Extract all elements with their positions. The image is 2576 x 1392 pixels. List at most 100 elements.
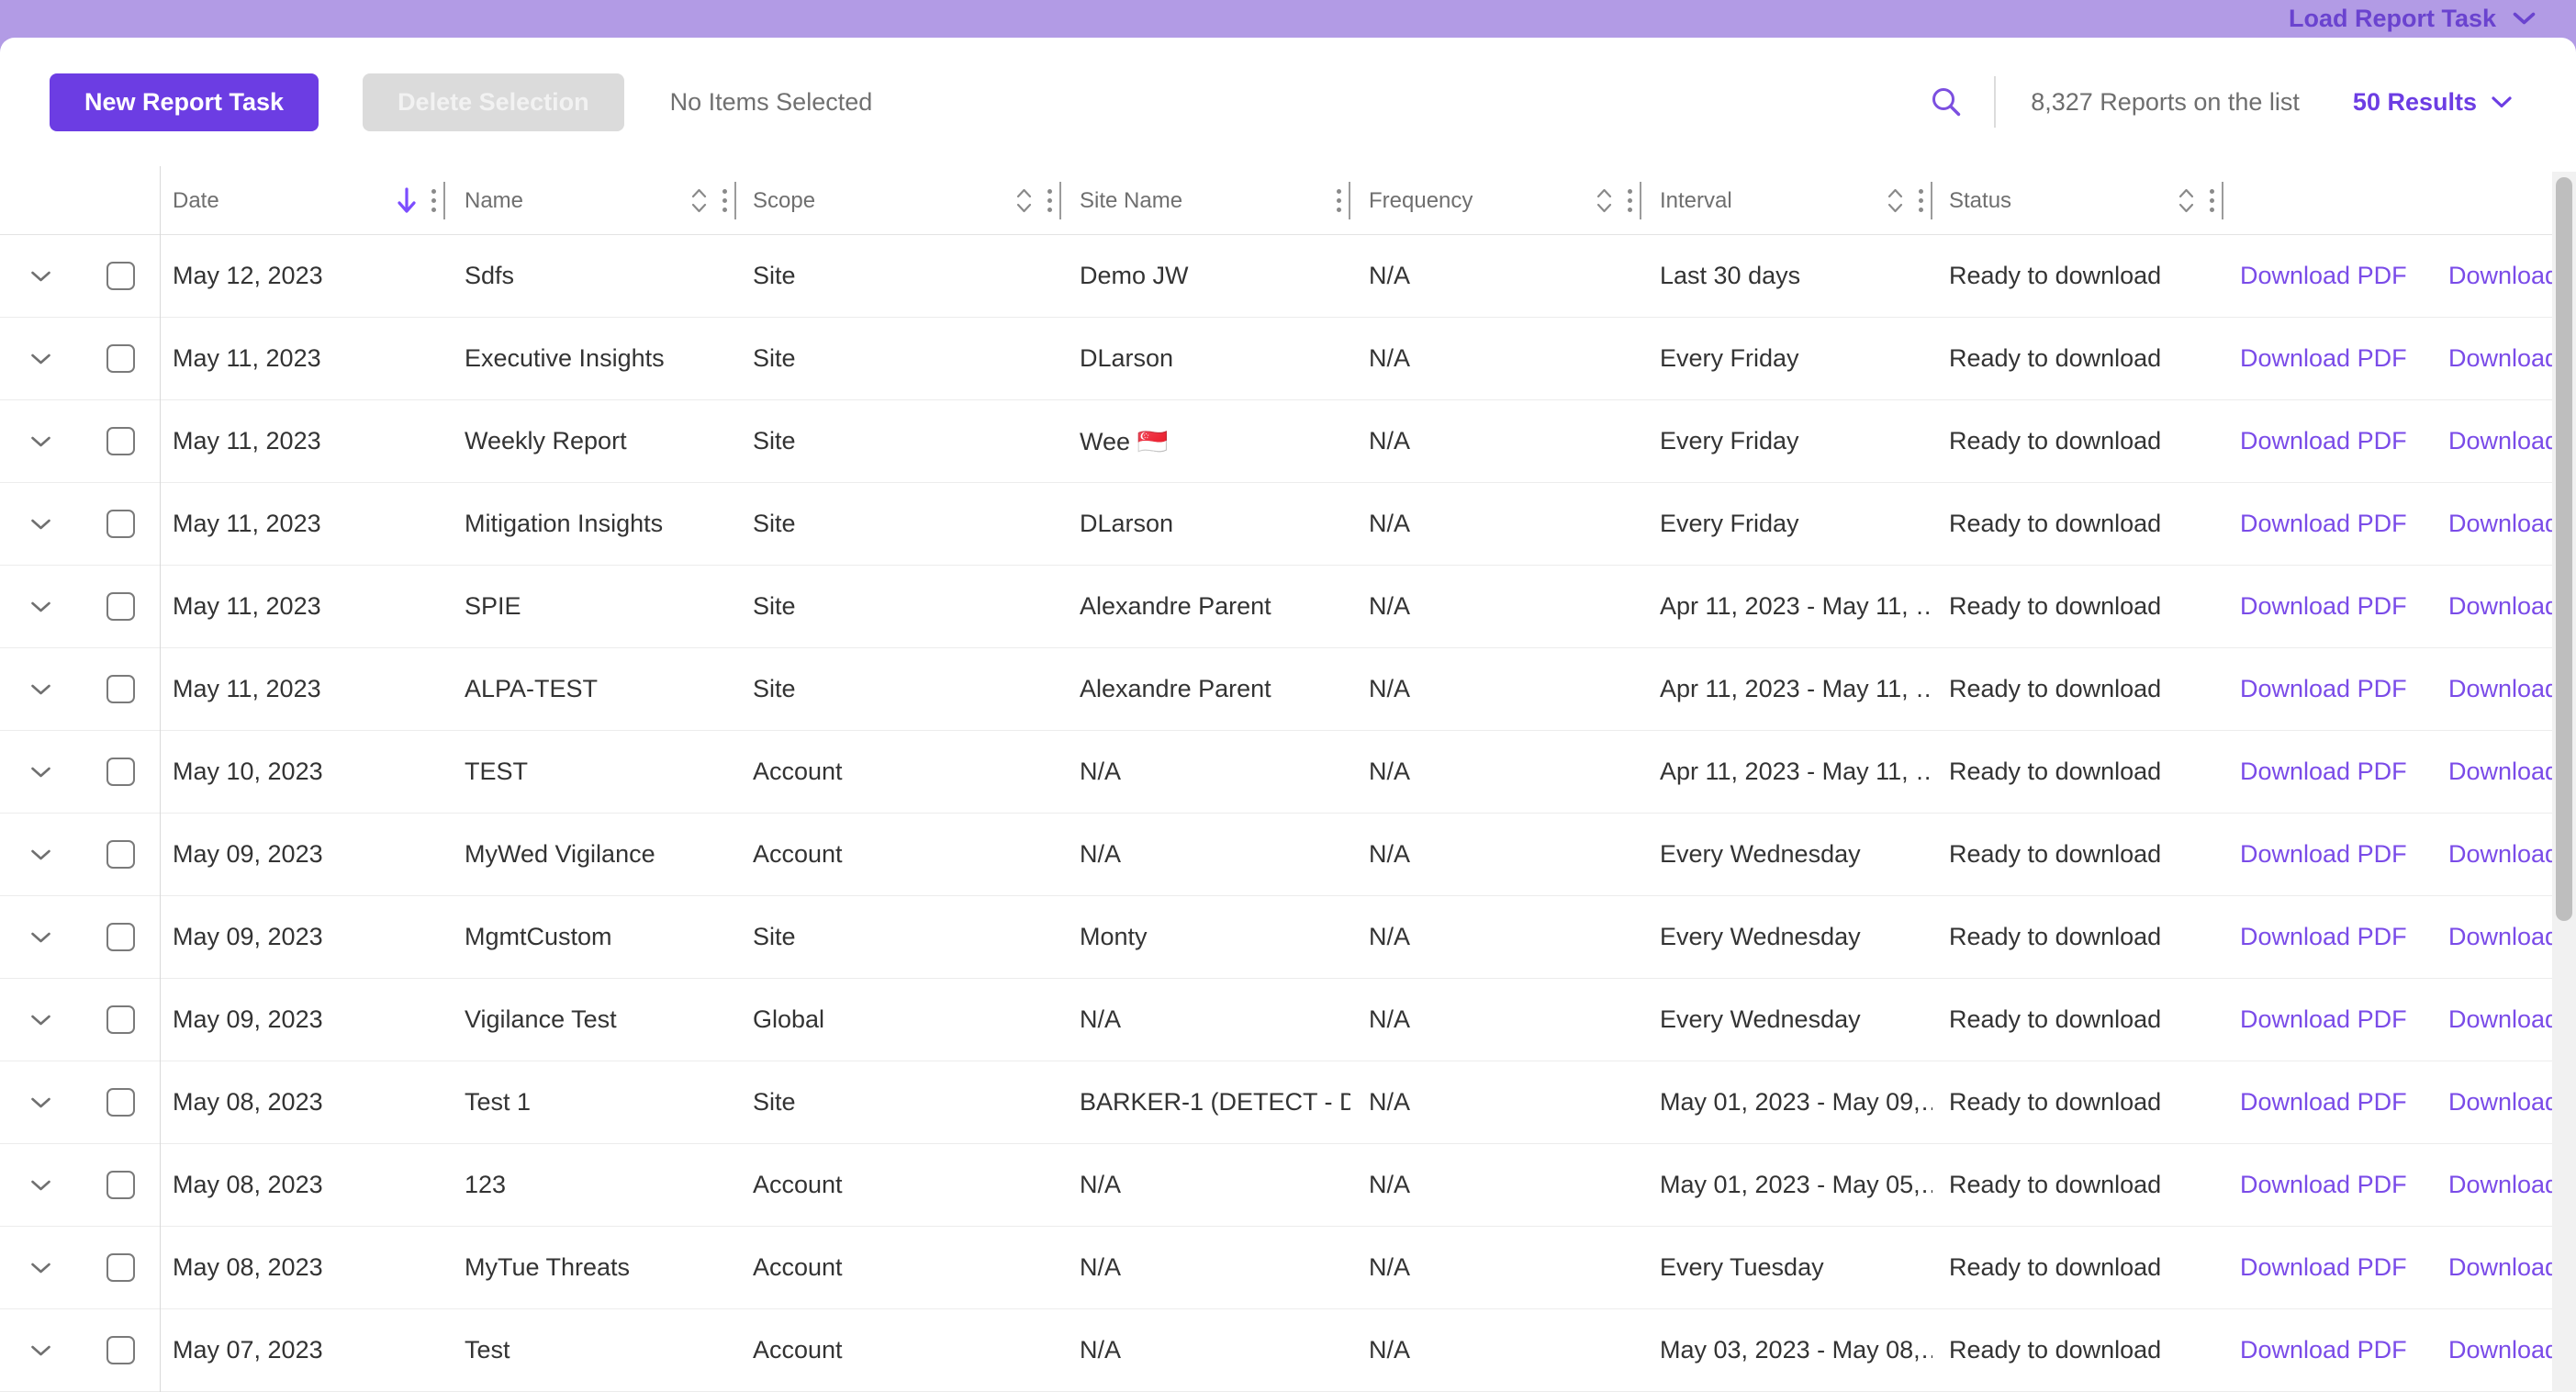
column-header-date[interactable]: Date [160, 166, 445, 235]
download-second-link[interactable]: Download [2448, 675, 2552, 702]
download-second-link[interactable]: Download [2448, 1005, 2552, 1033]
row-checkbox[interactable] [106, 675, 135, 703]
download-pdf-link[interactable]: Download PDF [2240, 840, 2407, 868]
cell-scope: Account [736, 1253, 1061, 1282]
cell-scope: Account [736, 758, 1061, 786]
row-expand-button[interactable] [0, 1014, 81, 1027]
download-second-link[interactable]: Download [2448, 1171, 2552, 1198]
cell-date: May 10, 2023 [160, 758, 445, 786]
download-pdf-link[interactable]: Download PDF [2240, 344, 2407, 372]
cell-date: May 08, 2023 [160, 1088, 445, 1117]
row-checkbox[interactable] [106, 1005, 135, 1034]
row-checkbox[interactable] [106, 262, 135, 290]
row-checkbox[interactable] [106, 592, 135, 621]
cell-site: Alexandre Parent [1061, 675, 1350, 703]
download-pdf-link[interactable]: Download PDF [2240, 758, 2407, 785]
download-pdf-link[interactable]: Download PDF [2240, 675, 2407, 702]
cell-interval: Apr 11, 2023 - May 11, … [1641, 758, 1932, 786]
row-expand-button[interactable] [0, 1096, 81, 1109]
search-button[interactable] [1930, 85, 1963, 118]
row-checkbox[interactable] [106, 1171, 135, 1199]
download-second-link[interactable]: Download [2448, 840, 2552, 868]
download-second-link[interactable]: Download [2448, 758, 2552, 785]
download-second-link[interactable]: Download [2448, 510, 2552, 537]
column-menu-icon[interactable] [1038, 184, 1061, 218]
cell-interval: Every Friday [1641, 427, 1932, 455]
sort-button[interactable] [1881, 186, 1910, 215]
row-expand-button[interactable] [0, 1179, 81, 1192]
download-second-link[interactable]: Download [2448, 923, 2552, 950]
row-checkbox[interactable] [106, 1336, 135, 1364]
download-second-link[interactable]: Download [2448, 427, 2552, 455]
row-checkbox[interactable] [106, 427, 135, 455]
expand-chevron-icon [30, 601, 51, 613]
column-menu-icon[interactable] [1910, 184, 1932, 218]
column-menu-icon[interactable] [1327, 184, 1350, 218]
results-per-page-dropdown[interactable]: 50 Results [2353, 88, 2512, 117]
column-menu-icon[interactable] [422, 184, 445, 218]
row-expand-button[interactable] [0, 1344, 81, 1357]
download-pdf-link[interactable]: Download PDF [2240, 923, 2407, 950]
row-expand-button[interactable] [0, 848, 81, 861]
row-checkbox[interactable] [106, 1253, 135, 1282]
row-checkbox[interactable] [106, 840, 135, 869]
vertical-scrollbar-thumb[interactable] [2556, 177, 2572, 921]
download-pdf-link[interactable]: Download PDF [2240, 1171, 2407, 1198]
sort-button[interactable] [1590, 186, 1618, 215]
column-menu-icon[interactable] [713, 184, 736, 218]
column-header-site[interactable]: Site Name [1061, 166, 1350, 235]
row-expand-button[interactable] [0, 435, 81, 448]
download-pdf-link[interactable]: Download PDF [2240, 1253, 2407, 1281]
row-expand-button[interactable] [0, 601, 81, 613]
download-second-link[interactable]: Download [2448, 344, 2552, 372]
row-expand-button[interactable] [0, 353, 81, 365]
column-header-frequency[interactable]: Frequency [1350, 166, 1641, 235]
cell-date: May 09, 2023 [160, 1005, 445, 1034]
sort-button[interactable] [1010, 186, 1038, 215]
download-pdf-link[interactable]: Download PDF [2240, 1088, 2407, 1116]
download-pdf-link[interactable]: Download PDF [2240, 592, 2407, 620]
cell-site: Wee 🇸🇬 [1061, 427, 1350, 456]
load-report-task-dropdown[interactable]: Load Report Task [2289, 0, 2536, 38]
download-pdf-link[interactable]: Download PDF [2240, 427, 2407, 455]
download-second-link[interactable]: Download [2448, 592, 2552, 620]
download-second-link[interactable]: Download [2448, 1336, 2552, 1364]
sort-button[interactable] [685, 186, 713, 215]
new-report-task-button[interactable]: New Report Task [50, 73, 319, 131]
download-pdf-link[interactable]: Download PDF [2240, 1005, 2407, 1033]
cell-status: Ready to download [1932, 1336, 2223, 1364]
column-menu-icon[interactable] [1618, 184, 1641, 218]
row-checkbox[interactable] [106, 1088, 135, 1117]
row-expand-button[interactable] [0, 270, 81, 283]
cell-frequency: N/A [1350, 427, 1641, 455]
cell-name: Mitigation Insights [445, 510, 736, 538]
column-menu-icon[interactable] [2201, 184, 2223, 218]
row-checkbox[interactable] [106, 344, 135, 373]
sort-button[interactable] [2172, 186, 2201, 215]
column-header-name[interactable]: Name [445, 166, 736, 235]
row-checkbox[interactable] [106, 923, 135, 951]
column-header-scope[interactable]: Scope [736, 166, 1061, 235]
cell-name: Weekly Report [445, 427, 736, 455]
row-checkbox[interactable] [106, 510, 135, 538]
row-expand-button[interactable] [0, 931, 81, 944]
sort-button[interactable] [391, 185, 422, 217]
download-pdf-link[interactable]: Download PDF [2240, 262, 2407, 289]
download-second-link[interactable]: Download [2448, 262, 2552, 289]
row-expand-button[interactable] [0, 683, 81, 696]
cell-scope: Site [736, 675, 1061, 703]
column-header-interval[interactable]: Interval [1641, 166, 1932, 235]
row-checkbox[interactable] [106, 758, 135, 786]
download-second-link[interactable]: Download [2448, 1253, 2552, 1281]
download-second-link[interactable]: Download [2448, 1088, 2552, 1116]
download-pdf-link[interactable]: Download PDF [2240, 510, 2407, 537]
row-expand-button[interactable] [0, 518, 81, 531]
cell-interval: Every Wednesday [1641, 923, 1932, 951]
download-pdf-link[interactable]: Download PDF [2240, 1336, 2407, 1364]
column-header-status[interactable]: Status [1932, 166, 2223, 235]
row-expand-button[interactable] [0, 1262, 81, 1274]
delete-selection-button[interactable]: Delete Selection [363, 73, 624, 131]
cell-site: DLarson [1061, 344, 1350, 373]
row-expand-button[interactable] [0, 766, 81, 779]
cell-date: May 11, 2023 [160, 427, 445, 455]
